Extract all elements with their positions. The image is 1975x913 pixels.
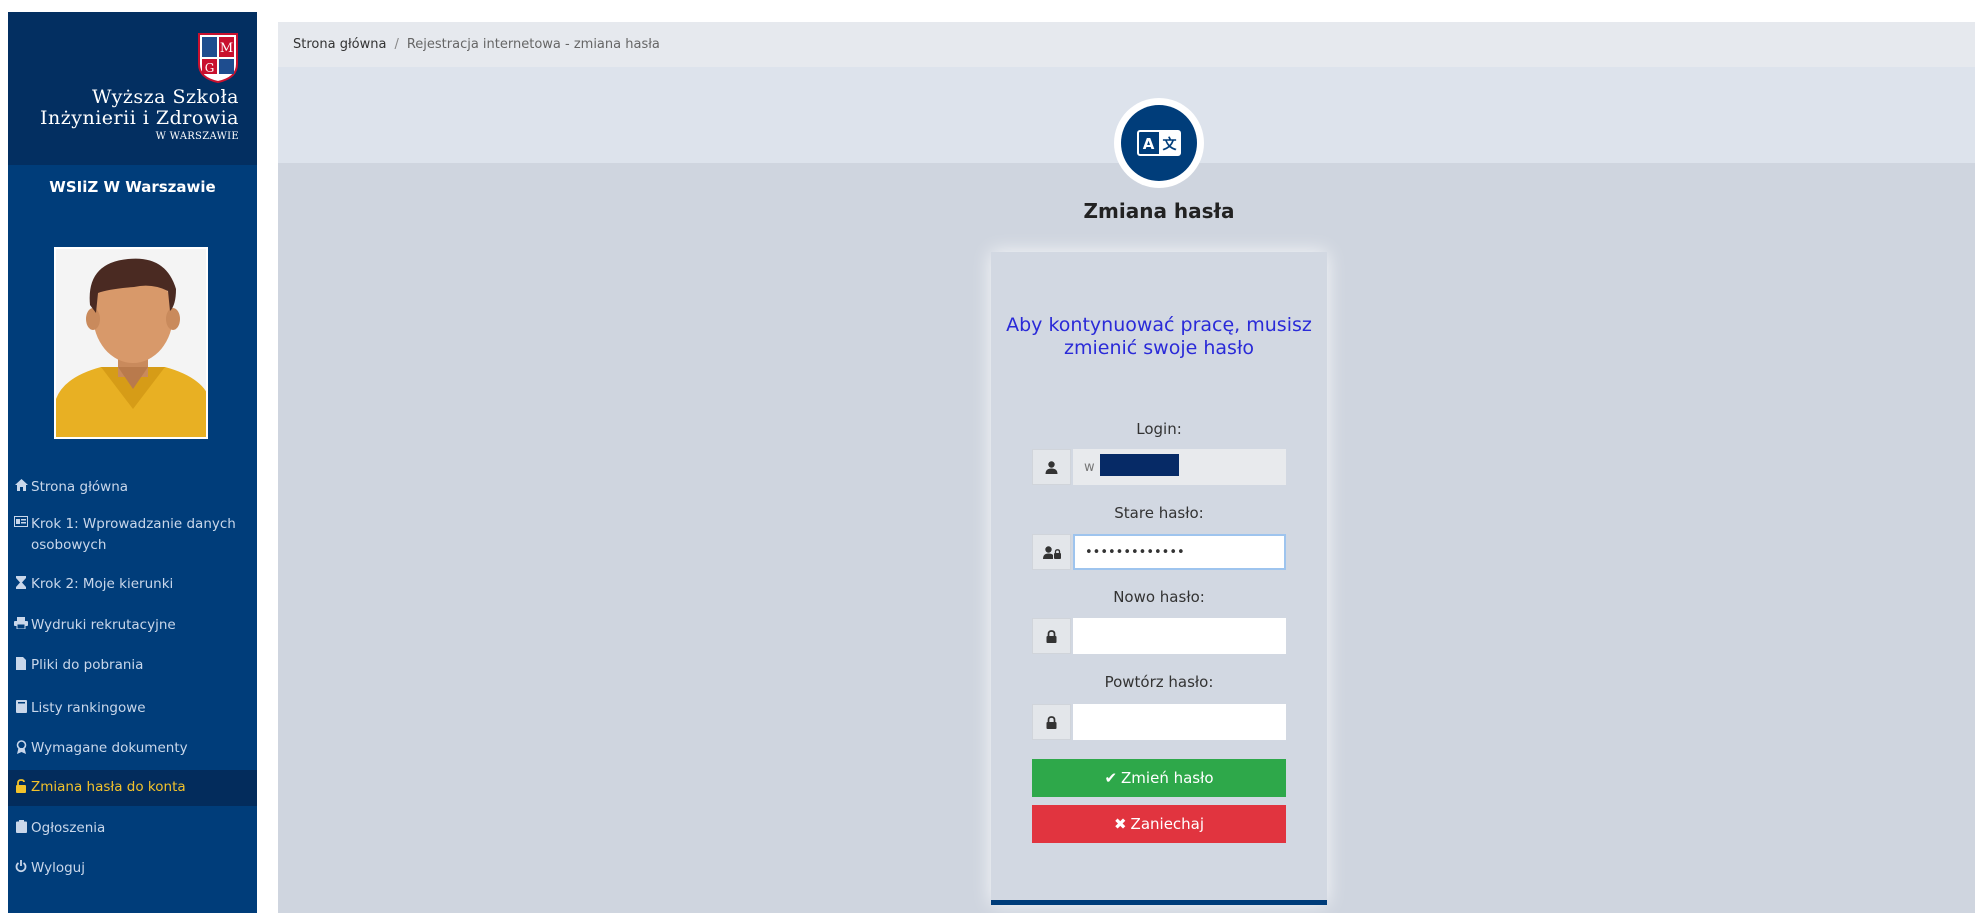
unlock-icon [13, 779, 29, 793]
icon-glyph-a: A [1143, 135, 1155, 153]
nav-item-printouts[interactable]: Wydruki rekrutacyjne [8, 606, 257, 646]
language-icon: A 文 [1137, 130, 1181, 156]
logo-line-1: Wyższa Szkoła [92, 86, 239, 108]
nav-item-step1-personal-data[interactable]: Krok 1: Wprowadzanie danych osobowych [8, 504, 257, 566]
school-name: WSIiZ W Warszawie [49, 178, 216, 196]
card-bottom-border [991, 900, 1327, 905]
nav-item-announcements[interactable]: Ogłoszenia [8, 806, 257, 848]
nav-item-home[interactable]: Strona główna [8, 472, 257, 504]
old-password-input-group [1032, 534, 1286, 570]
nav-label: Wymagane dokumenty [31, 740, 188, 756]
breadcrumb: Strona główna / Rejestracja internetowa … [278, 22, 1975, 67]
sidebar: M G Wyższa Szkoła Inżynierii i Zdrowia W… [8, 12, 257, 913]
page-title: Zmiana hasła [1083, 199, 1235, 223]
file-icon [13, 657, 29, 670]
lock-icon [1032, 618, 1071, 654]
home-icon [13, 479, 29, 491]
nav-label: Wydruki rekrutacyjne [31, 617, 176, 633]
nav-label: Krok 2: Moje kierunki [31, 576, 174, 592]
nav-label: Strona główna [31, 479, 129, 495]
nav-label: Krok 1: Wprowadzanie danych osobowych [31, 516, 236, 553]
crest-icon: M G [198, 33, 238, 84]
nav-item-step2-my-courses[interactable]: Krok 2: Moje kierunki [8, 566, 257, 606]
change-password-button[interactable]: ✔ Zmień hasło [1032, 759, 1286, 797]
nav-label: Wyloguj [31, 860, 85, 876]
page-icon-badge: A 文 [1114, 98, 1204, 188]
breadcrumb-home-link[interactable]: Strona główna [293, 37, 386, 52]
nav-label: Pliki do pobrania [31, 657, 144, 673]
nav-item-logout[interactable]: Wyloguj [8, 848, 257, 888]
lock-icon [1032, 704, 1071, 740]
clipboard-icon [13, 820, 29, 833]
new-password-input[interactable] [1073, 618, 1286, 654]
repeat-password-input-group [1032, 704, 1286, 740]
user-icon [1032, 449, 1071, 485]
check-icon: ✔ [1104, 769, 1118, 787]
close-icon: ✖ [1113, 815, 1127, 833]
avatar-icon [56, 249, 206, 437]
change-password-label: Zmień hasło [1121, 769, 1214, 787]
logo-line-2: Inżynierii i Zdrowia [40, 107, 239, 129]
new-password-label: Nowo hasło: [1113, 588, 1205, 606]
breadcrumb-separator: / [394, 37, 399, 52]
crest-letter-g: G [205, 61, 215, 75]
crest-letter-m: M [220, 41, 233, 56]
book-icon [13, 700, 29, 713]
hourglass-icon [13, 576, 29, 589]
logo-line-3: W WARSZAWIE [155, 131, 239, 142]
old-password-input[interactable] [1073, 534, 1286, 570]
nav-item-downloads[interactable]: Pliki do pobrania [8, 646, 257, 688]
id-card-icon [13, 516, 29, 527]
nav-item-ranking-lists[interactable]: Listy rankingowe [8, 688, 257, 728]
nav-label: Zmiana hasła do konta [31, 779, 186, 795]
sidebar-nav: Strona główna Krok 1: Wprowadzanie danyc… [8, 472, 257, 888]
nav-item-required-documents[interactable]: Wymagane dokumenty [8, 728, 257, 770]
password-change-notice: Aby kontynuować pracę, musisz zmienić sw… [1006, 314, 1312, 359]
old-password-label: Stare hasło: [1114, 504, 1204, 522]
icon-glyph-translate: 文 [1163, 136, 1178, 153]
nav-label: Ogłoszenia [31, 820, 106, 836]
redacted-login-block [1100, 454, 1179, 476]
nav-item-change-password[interactable]: Zmiana hasła do konta [8, 770, 257, 806]
repeat-password-input[interactable] [1073, 704, 1286, 740]
school-logo[interactable]: M G Wyższa Szkoła Inżynierii i Zdrowia W… [8, 12, 257, 165]
nav-label: Listy rankingowe [31, 700, 146, 716]
repeat-password-label: Powtórz hasło: [1104, 673, 1214, 691]
power-icon [13, 860, 29, 873]
new-password-input-group [1032, 618, 1286, 654]
cancel-button[interactable]: ✖ Zaniechaj [1032, 805, 1286, 843]
cancel-label: Zaniechaj [1130, 815, 1205, 833]
award-icon [13, 740, 29, 754]
user-lock-icon [1032, 534, 1071, 570]
avatar [54, 247, 208, 439]
printer-icon [13, 617, 29, 629]
login-label: Login: [1136, 420, 1182, 438]
breadcrumb-current: Rejestracja internetowa - zmiana hasła [406, 37, 660, 52]
